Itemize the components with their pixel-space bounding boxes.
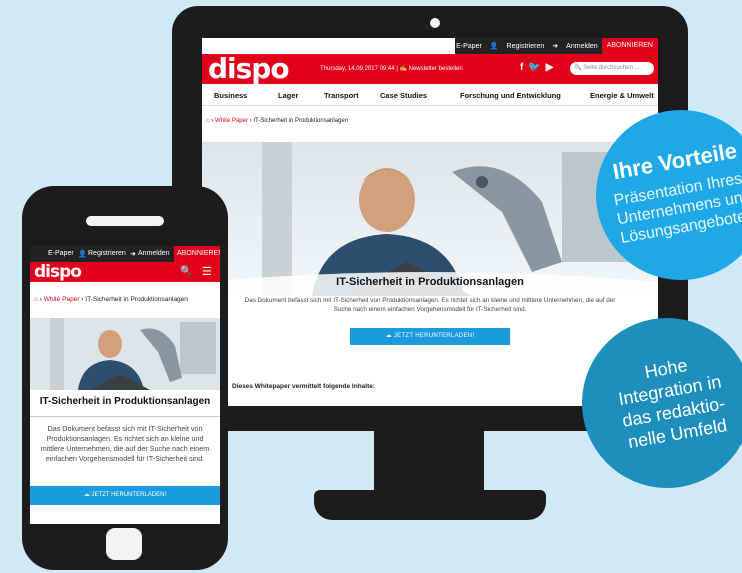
contents-heading: Dieses Whitepaper vermittelt folgende In… — [232, 383, 376, 390]
breadcrumb: ⌂ › White Paper › IT-Sicherheit in Produ… — [206, 118, 349, 124]
breadcrumb-page: IT-Sicherheit in Produktionsanlagen — [253, 118, 349, 124]
user-icon: 👤 — [78, 251, 87, 258]
breadcrumb-section[interactable]: White Paper — [44, 296, 80, 303]
topbar-links: ⌂ E-Paper 👤 Registrieren ➜ Anmelden ABON… — [444, 38, 658, 54]
desktop-screen: ⌂ E-Paper 👤 Registrieren ➜ Anmelden ABON… — [202, 38, 658, 406]
register-link[interactable]: Registrieren — [88, 250, 126, 257]
monitor-stand-foot — [314, 490, 546, 520]
dispo-logo[interactable]: dispo — [34, 262, 82, 282]
cloud-download-icon: ☁ — [83, 492, 90, 498]
subscribe-button[interactable]: ABONNIEREN — [601, 38, 658, 54]
download-button[interactable]: ☁ JETZT HERUNTERLADEN! — [30, 486, 220, 505]
breadcrumb-section[interactable]: White Paper — [215, 118, 248, 124]
hero-photo — [202, 142, 658, 296]
integration-text: Hohe Integration in das redaktio- nelle … — [585, 344, 742, 458]
page-description: Das Dokument befasst sich mit IT-Sicherh… — [244, 297, 616, 313]
page-title: IT-Sicherheit in Produktionsanlagen — [39, 396, 211, 407]
nav-forschung[interactable]: Forschung und Entwicklung — [460, 91, 561, 100]
cloud-download-icon: ☁ — [385, 333, 392, 339]
login-link[interactable]: Anmelden — [138, 250, 170, 257]
nav-transport[interactable]: Transport — [324, 91, 359, 100]
download-button[interactable]: ☁ JETZT HERUNTERLADEN! — [350, 328, 510, 345]
menu-icon[interactable]: ☰ — [202, 265, 212, 278]
search-input[interactable]: 🔍 Seite durchsuchen ... — [570, 62, 654, 75]
date-newsletter[interactable]: Thursday, 14.09.2017 09:44 | ✍ Newslette… — [320, 65, 463, 72]
home-icon[interactable]: ⌂ — [206, 118, 210, 124]
twitter-icon[interactable]: 🐦 — [528, 62, 545, 73]
mobile-topbar: E-Paper 👤 Registrieren ➜ Anmelden ABONNI… — [30, 246, 220, 262]
breadcrumb: ⌂ › White Paper › IT-Sicherheit in Produ… — [34, 296, 188, 303]
nav-business[interactable]: Business — [214, 91, 247, 100]
home-icon[interactable]: ⌂ — [34, 296, 38, 303]
page-description: Das Dokument befasst sich mit IT-Sicherh… — [40, 424, 210, 463]
search-placeholder: Seite durchsuchen ... — [583, 65, 640, 71]
mobile-header: dispo 🔍 ☰ — [30, 262, 220, 282]
home-icon[interactable]: ⌂ — [444, 43, 448, 50]
epaper-link[interactable]: E-Paper — [456, 43, 482, 50]
hero-photo — [30, 318, 220, 390]
youtube-icon[interactable]: ▶ — [546, 62, 559, 73]
social-icons[interactable]: f🐦▶ — [520, 62, 559, 73]
login-link[interactable]: Anmelden — [566, 43, 598, 50]
phone-speaker — [86, 216, 164, 226]
divider — [30, 416, 220, 417]
breadcrumb-page: IT-Sicherheit in Produktionsanlagen — [85, 296, 188, 303]
login-icon: ➜ — [552, 43, 559, 50]
dispo-logo[interactable]: dispo — [208, 55, 318, 83]
mobile-screen: E-Paper 👤 Registrieren ➜ Anmelden ABONNI… — [30, 246, 220, 524]
phone-home-button — [106, 528, 142, 560]
nav-energie[interactable]: Energie & Umwelt — [590, 91, 654, 100]
epaper-link[interactable]: E-Paper — [48, 250, 74, 257]
desktop-header: dispo Thursday, 14.09.2017 09:44 | ✍ New… — [202, 54, 658, 84]
search-icon: 🔍 — [574, 65, 582, 71]
search-icon[interactable]: 🔍 — [180, 266, 192, 277]
login-icon: ➜ — [130, 251, 136, 258]
user-icon: 👤 — [489, 43, 499, 50]
nav-case-studies[interactable]: Case Studies — [380, 91, 427, 100]
hero-image — [30, 318, 220, 390]
monitor-camera — [430, 18, 440, 28]
download-label: JETZT HERUNTERLADEN! — [393, 333, 475, 339]
subscribe-button[interactable]: ABONNIEREN — [174, 246, 220, 262]
register-link[interactable]: Registrieren — [507, 43, 545, 50]
nav-lager[interactable]: Lager — [278, 91, 298, 100]
main-nav: Business Lager Transport Case Studies Fo… — [202, 84, 658, 106]
page-title: IT-Sicherheit in Produktionsanlagen — [336, 276, 524, 288]
hero-image — [202, 142, 658, 296]
download-label: JETZT HERUNTERLADEN! — [91, 492, 167, 498]
mobile-phone: E-Paper 👤 Registrieren ➜ Anmelden ABONNI… — [22, 186, 228, 570]
